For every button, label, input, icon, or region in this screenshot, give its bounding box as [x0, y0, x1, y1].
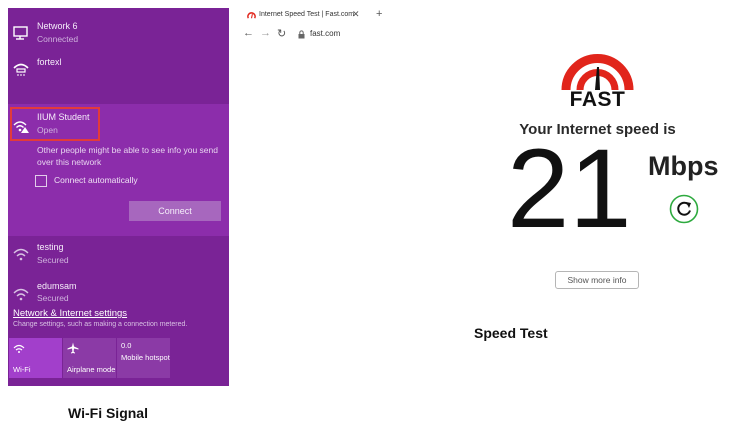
connect-button[interactable]: Connect: [129, 201, 221, 221]
navigation-bar: ← → ↻ fast.com: [240, 26, 747, 44]
tile-label: Mobile hotspot: [121, 353, 170, 362]
close-icon[interactable]: ✕: [352, 9, 360, 20]
hotspot-count: 0.0: [121, 341, 132, 350]
auto-connect-label: Connect automatically: [54, 175, 138, 185]
show-more-info-button[interactable]: Show more info: [555, 271, 639, 289]
airplane-icon: [67, 342, 79, 354]
network-item-network-6[interactable]: Network 6 Connected: [8, 18, 229, 48]
speed-value: 21: [507, 126, 632, 251]
fast-logo-text: FAST: [569, 88, 626, 111]
network-name: fortexl: [37, 57, 62, 67]
tab-title: Internet Speed Test | Fast.com: [259, 11, 355, 18]
network-status: Connected: [37, 34, 79, 44]
wifi-icon: [13, 248, 29, 261]
refresh-test-button[interactable]: [669, 194, 699, 224]
back-arrow-icon[interactable]: ←: [243, 27, 254, 39]
ethernet-monitor-icon: [13, 26, 28, 40]
dialup-icon: [13, 63, 29, 76]
wifi-signal-caption: Wi-Fi Signal: [68, 405, 148, 421]
wifi-flyout: Network 6 Connected fortexl IIUM Student…: [8, 8, 229, 386]
network-item-edumsam[interactable]: edumsam Secured: [8, 278, 229, 308]
url-text: fast.com: [310, 29, 341, 38]
tile-label: Wi-Fi: [13, 365, 31, 374]
fast-favicon-icon: [247, 12, 256, 19]
address-bar[interactable]: fast.com: [295, 27, 743, 42]
tab-bar: Internet Speed Test | Fast.com ✕ +: [240, 7, 747, 25]
new-tab-icon[interactable]: +: [376, 8, 382, 20]
wifi-icon: [13, 288, 29, 301]
wifi-toggle-tile[interactable]: Wi-Fi: [9, 338, 62, 378]
speed-unit: Mbps: [648, 151, 719, 181]
network-status: Secured: [37, 293, 69, 303]
network-status: Open: [37, 125, 58, 135]
wifi-icon: [13, 344, 25, 353]
network-name: IIUM Student: [37, 112, 90, 122]
security-warning: Other people might be able to see info y…: [37, 145, 218, 167]
network-item-iium-student[interactable]: IIUM Student Open Other people might be …: [8, 104, 229, 236]
network-item-fortexl[interactable]: fortexl: [8, 54, 229, 84]
network-item-testing[interactable]: testing Secured: [8, 238, 229, 268]
network-status: Secured: [37, 255, 69, 265]
network-name: Network 6: [37, 21, 78, 31]
network-name: edumsam: [37, 281, 77, 291]
speed-test-caption: Speed Test: [474, 325, 548, 341]
mobile-hotspot-tile[interactable]: 0.0 Mobile hotspot: [117, 338, 170, 378]
tile-label: Airplane mode: [67, 365, 116, 374]
reload-icon[interactable]: ↻: [277, 27, 286, 40]
network-name: testing: [37, 242, 64, 252]
network-settings-link[interactable]: Network & Internet settings: [13, 308, 127, 319]
forward-arrow-icon[interactable]: →: [260, 27, 271, 39]
lock-icon: [298, 30, 305, 39]
wifi-warning-icon: [13, 121, 29, 133]
auto-connect-checkbox[interactable]: [35, 175, 47, 187]
browser-window: Internet Speed Test | Fast.com ✕ + ← → ↻…: [240, 7, 747, 47]
browser-tab[interactable]: Internet Speed Test | Fast.com ✕: [240, 7, 365, 25]
network-settings-description: Change settings, such as making a connec…: [13, 321, 188, 328]
airplane-mode-tile[interactable]: Airplane mode: [63, 338, 116, 378]
